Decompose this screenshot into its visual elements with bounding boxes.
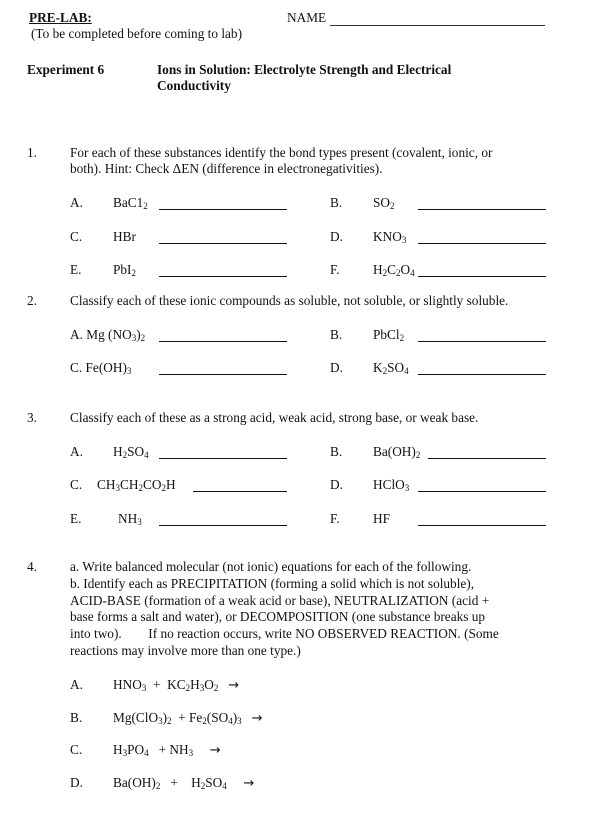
q1-text-line1: For each of these substances identify th… [70,145,493,160]
q2-item-formula: C. Fe(OH)3 [70,360,132,376]
reaction-arrow-icon: → [251,711,263,726]
q3-item-formula: Ba(OH)2 [373,444,421,460]
q1-answer-line[interactable] [418,209,546,210]
q1-item-letter: B. [330,195,343,210]
q3-answer-line[interactable] [159,458,287,459]
q2-answer-line[interactable] [159,374,287,375]
q1-item-letter: D. [330,229,343,244]
q1-answer-line[interactable] [159,276,287,277]
q4-instruction-line: a. Write balanced molecular (not ionic) … [70,559,472,574]
q4-reaction-equation: H3PO4 + NH3 → [113,742,221,758]
q4-reaction-equation: Mg(ClO3)2 + Fe2(SO4)3 → [113,710,263,726]
q3-item-formula: H2SO4 [113,444,149,460]
experiment-title-line1: Ions in Solution: Electrolyte Strength a… [157,62,452,77]
q4-instruction-line: ACID-BASE (formation of a weak acid or b… [70,592,490,608]
q1-item-formula: PbI2 [113,262,136,278]
q3-item-formula: CH3CH2CO2H [97,477,176,493]
q4-instruction-line: base forms a salt and water), or DECOMPO… [70,609,486,625]
q4-number: 4. [27,559,37,574]
q3-answer-line[interactable] [418,525,546,526]
q4-reaction-letter: C. [70,742,83,757]
q3-number: 3. [27,410,37,425]
q3-item-letter: C. [70,477,83,492]
q1-item-letter: A. [70,195,83,210]
q4-reaction-equation: Ba(OH)2 + H2SO4 → [113,775,255,791]
q3-item-letter: E. [70,511,82,526]
q1-item-formula: KNO3 [373,229,407,245]
q2-number: 2. [27,293,37,308]
q3-item-letter: A. [70,444,83,459]
q1-item-letter: C. [70,229,83,244]
q1-item-letter: F. [330,262,340,277]
reaction-arrow-icon: → [243,776,255,791]
q4-instruction-line: into two). If no reaction occurs, write … [70,626,499,642]
q4-reaction-letter: B. [70,710,83,725]
q3-item-formula: HF [373,511,390,526]
experiment-title-line2: Conductivity [157,78,231,93]
q2-item-formula: A. Mg (NO3)2 [70,327,146,343]
q2-answer-line[interactable] [418,341,546,342]
q1-number: 1. [27,145,37,160]
q4-reaction-letter: D. [70,775,83,790]
q2-item-formula: PbCl2 [373,327,405,343]
q1-item-formula: H2C2O4 [373,262,415,278]
prelab-label-text: PRE-LAB: [29,10,92,25]
q1-item-formula: BaC12 [113,195,148,211]
name-field[interactable] [330,25,545,26]
q1-text-line2: both). Hint: Check ΔEN (difference in el… [70,161,383,176]
q3-item-letter: D. [330,477,343,492]
experiment-label: Experiment 6 [27,62,105,77]
q3-answer-line[interactable] [193,491,287,492]
prelab-subtitle: (To be completed before coming to lab) [31,26,243,41]
prelab-label: PRE-LAB: [29,10,92,26]
q2-item-letter: D. [330,360,343,375]
q2-answer-line[interactable] [159,341,287,342]
q1-answer-line[interactable] [159,243,287,244]
q3-answer-line[interactable] [428,458,546,459]
q3-item-letter: B. [330,444,343,459]
q1-item-formula: HBr [113,229,136,244]
q4-instruction-line: b. Identify each as PRECIPITATION (formi… [70,575,475,591]
reaction-arrow-icon: → [209,743,221,758]
q3-answer-line[interactable] [159,525,287,526]
q2-item-formula: K2SO4 [373,360,409,376]
q2-item-letter: B. [330,327,343,342]
reaction-arrow-icon: → [228,678,240,693]
q3-item-formula: HClO3 [373,477,410,493]
q3-answer-line[interactable] [418,491,546,492]
q4-reaction-equation: HNO3 + KC2H3O2 → [113,677,240,693]
q2-answer-line[interactable] [418,374,546,375]
q3-item-letter: F. [330,511,340,526]
q4-instruction-line: reactions may involve more than one type… [70,643,301,658]
q3-text: Classify each of these as a strong acid,… [70,410,479,425]
q3-item-formula: NH3 [118,511,142,527]
name-label: NAME [287,10,327,25]
q1-answer-line[interactable] [159,209,287,210]
q4-reaction-letter: A. [70,677,83,692]
q1-answer-line[interactable] [418,243,546,244]
q1-item-formula: SO2 [373,195,395,211]
q2-text: Classify each of these ionic compounds a… [70,293,509,308]
q1-answer-line[interactable] [418,276,546,277]
q1-item-letter: E. [70,262,82,277]
